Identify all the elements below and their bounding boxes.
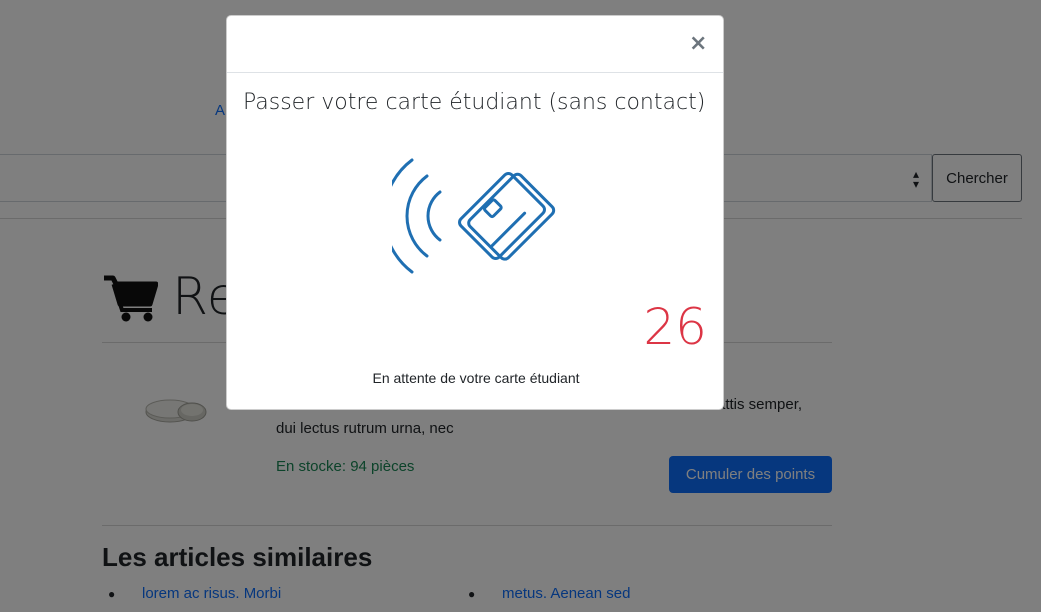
contactless-card-icon	[392, 158, 556, 274]
student-card-modal: × Passer votre carte étudiant (sans cont…	[226, 15, 724, 410]
countdown-timer: 26	[643, 298, 707, 356]
close-icon[interactable]: ×	[689, 33, 707, 55]
waiting-status-text: En attente de votre carte étudiant	[372, 370, 580, 386]
modal-title: Passer votre carte étudiant (sans contac…	[243, 90, 706, 115]
modal-header: ×	[227, 16, 723, 73]
